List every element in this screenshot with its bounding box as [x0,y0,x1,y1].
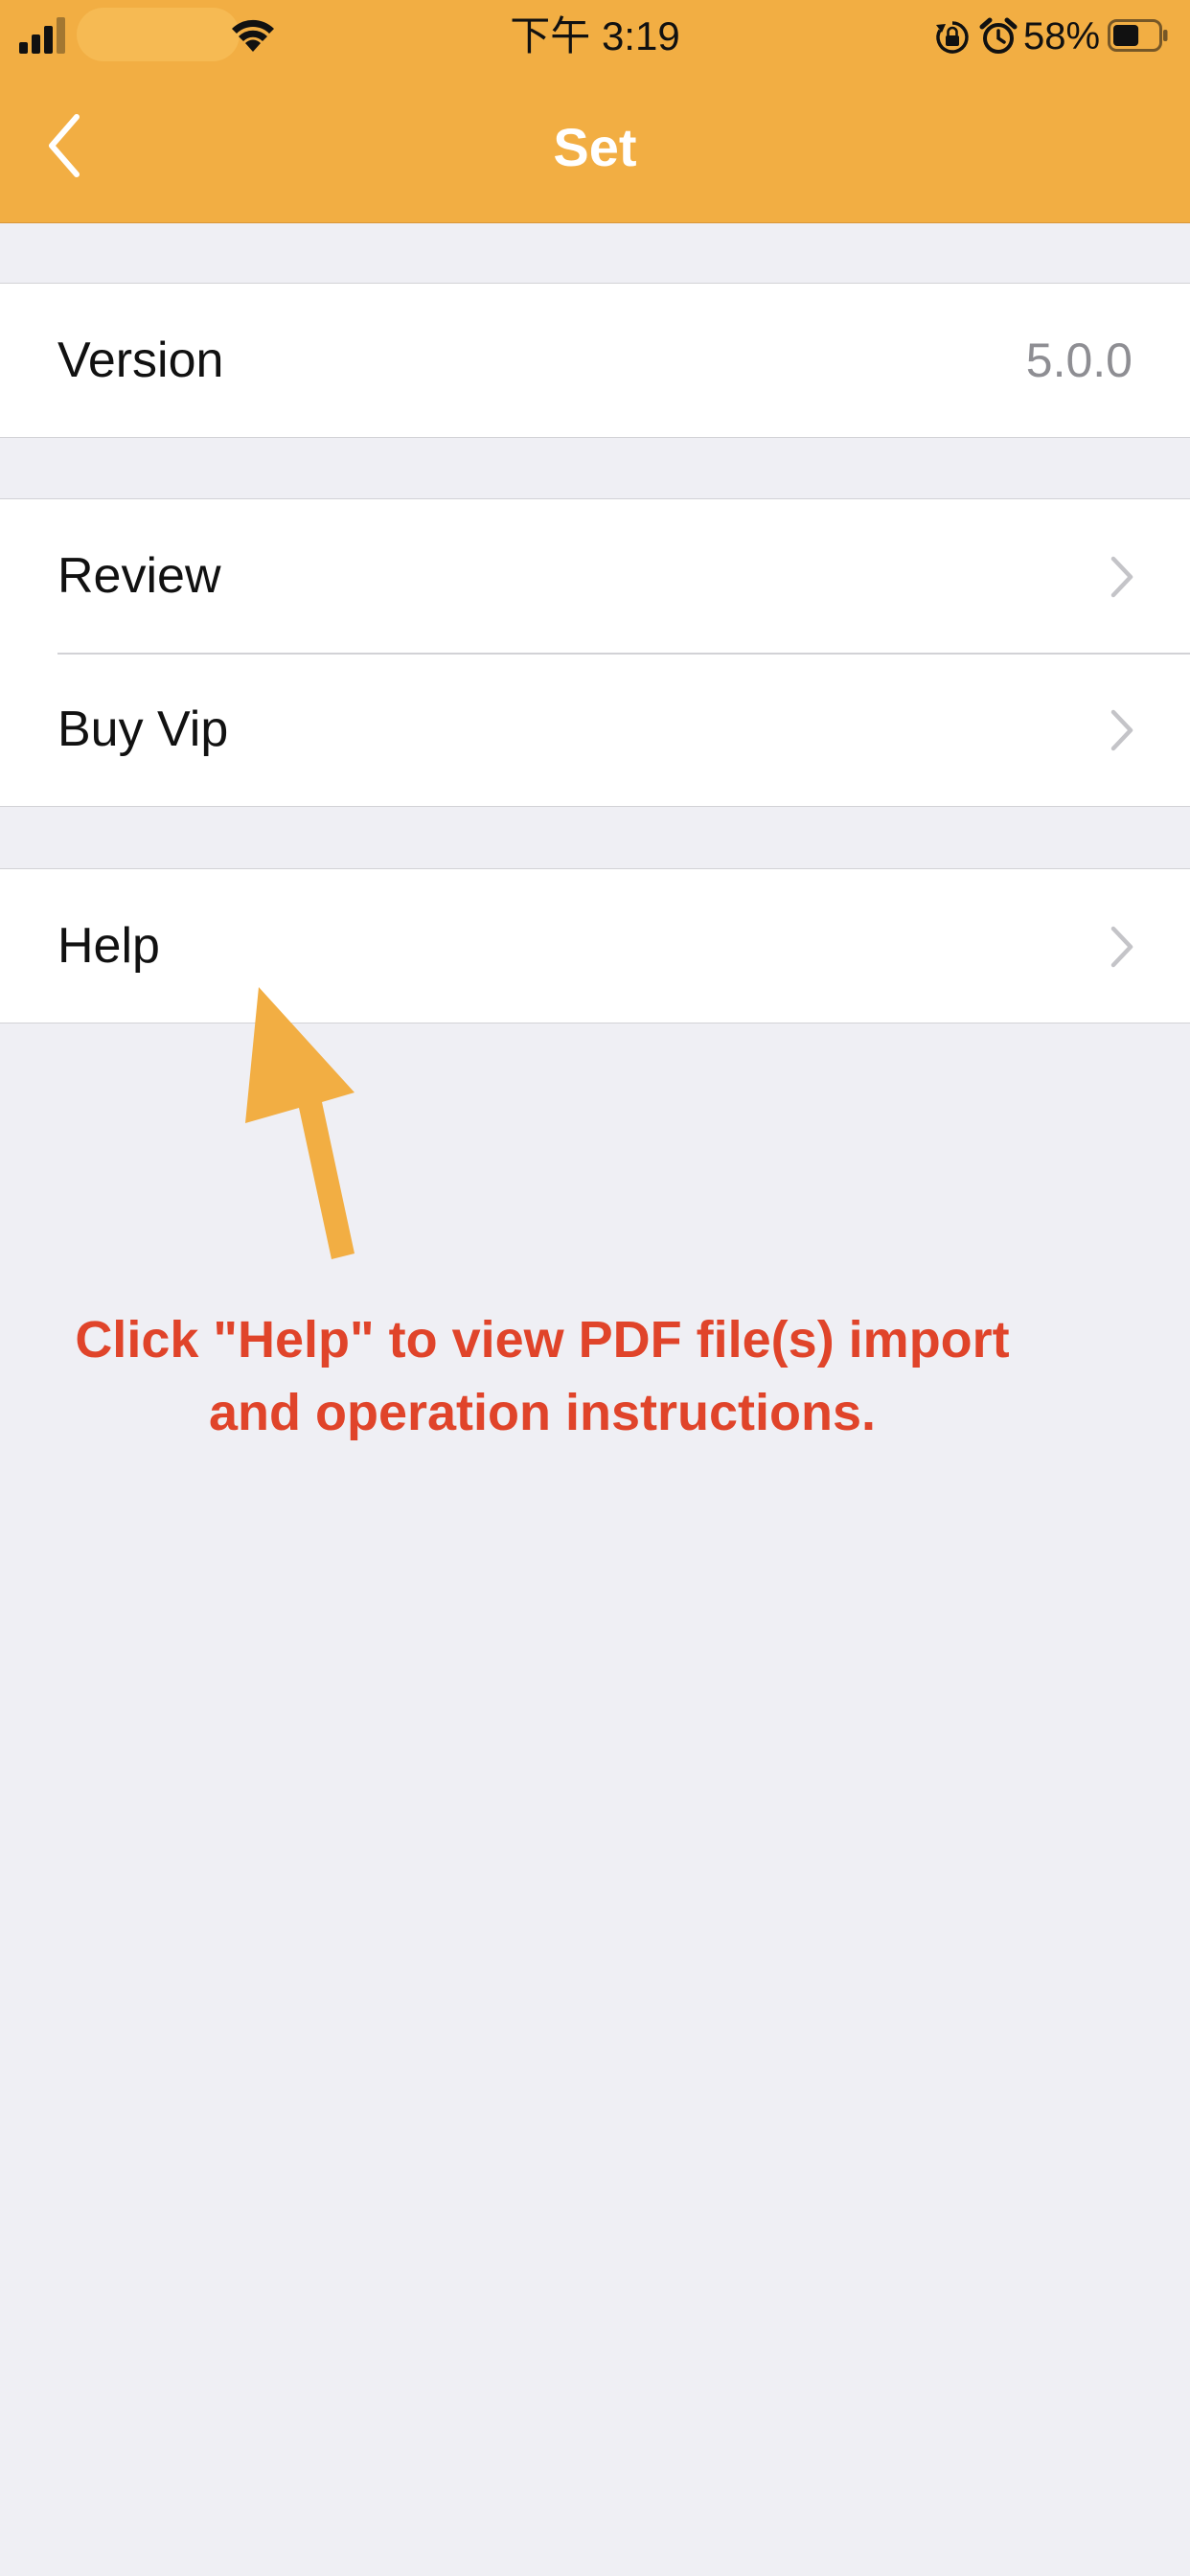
nav-bar: Set [0,73,1190,222]
version-value: 5.0.0 [1025,334,1133,387]
back-button[interactable] [38,107,96,184]
settings-group-help: Help [0,868,1190,1024]
annotation-line-2: and operation instructions. [208,1384,877,1441]
chevron-right-icon [1110,556,1133,598]
review-label: Review [57,548,221,604]
rotation-lock-icon [936,21,969,54]
help-row[interactable]: Help [0,869,1190,1023]
buy-vip-label: Buy Vip [57,702,229,757]
settings-group-actions: Review Buy Vip [0,498,1190,807]
help-label: Help [57,918,160,974]
battery-icon [1108,19,1168,52]
version-label: Version [57,333,224,388]
help-annotation: Click "Help" to view PDF file(s) import … [57,1303,1027,1449]
status-bar: 下午 3:19 58% [0,0,1190,73]
annotation-line-1: Click "Help" to view PDF file(s) import [75,1311,1010,1368]
version-row: Version 5.0.0 [0,284,1190,437]
alarm-icon [979,17,1018,54]
chevron-right-icon [1110,709,1133,751]
page-title: Set [553,117,637,177]
settings-group-info: Version 5.0.0 [0,283,1190,438]
arrow-up-icon [245,987,355,1259]
review-row[interactable]: Review [0,499,1190,653]
battery-percent: 58% [1023,15,1101,58]
buy-vip-row[interactable]: Buy Vip [0,653,1190,806]
header: 下午 3:19 58% Set [0,0,1190,223]
chevron-left-icon [49,114,80,177]
chevron-right-icon [1110,926,1133,968]
